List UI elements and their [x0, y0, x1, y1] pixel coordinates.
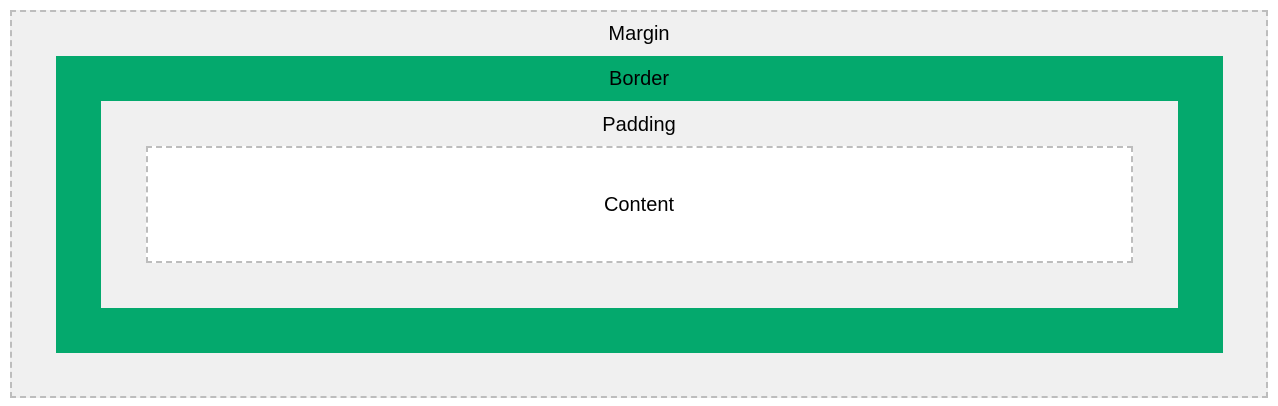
margin-label: Margin — [608, 23, 670, 45]
content-label: Content — [603, 194, 675, 216]
padding-label: Padding — [602, 114, 676, 136]
border-label: Border — [608, 68, 670, 90]
